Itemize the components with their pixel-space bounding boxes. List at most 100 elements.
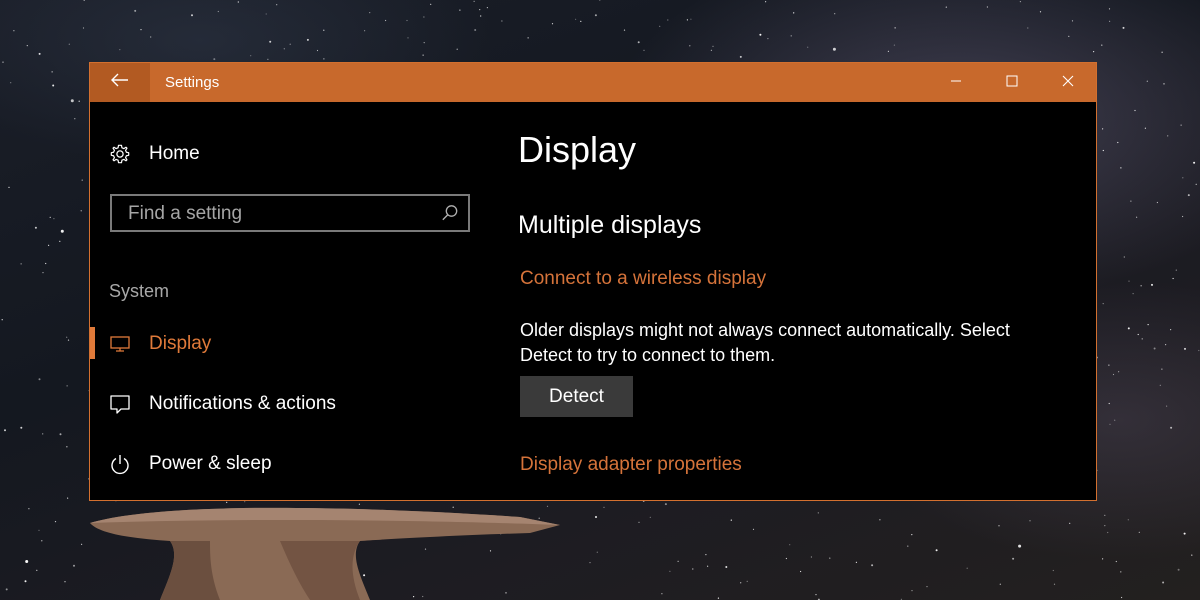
star: [1053, 583, 1056, 585]
star: [60, 229, 64, 233]
star: [807, 46, 809, 48]
star: [430, 3, 432, 5]
star: [80, 210, 82, 212]
star: [422, 54, 424, 56]
sidebar-item-home[interactable]: Home: [109, 141, 200, 167]
star: [38, 529, 40, 531]
star: [83, 0, 85, 1]
star: [237, 1, 239, 3]
star: [1107, 531, 1109, 534]
star: [725, 566, 728, 568]
star: [1195, 183, 1197, 185]
star: [316, 49, 319, 52]
star: [250, 55, 252, 57]
star: [134, 9, 137, 12]
star: [1012, 557, 1015, 560]
maximize-button[interactable]: [989, 63, 1035, 102]
back-arrow-icon: [111, 73, 129, 92]
star: [765, 1, 767, 3]
sidebar-item-power[interactable]: Power & sleep: [109, 449, 272, 479]
sidebar-item-display[interactable]: Display: [109, 329, 211, 359]
star: [1127, 519, 1129, 521]
star: [1175, 269, 1177, 271]
star: [893, 44, 896, 46]
star: [692, 568, 694, 570]
star: [1182, 215, 1184, 218]
star: [834, 13, 836, 15]
star: [48, 244, 50, 246]
star: [667, 19, 669, 21]
star: [800, 570, 802, 573]
star: [119, 49, 121, 51]
star: [1180, 124, 1182, 126]
star: [659, 25, 661, 27]
star: [710, 49, 713, 51]
star: [871, 564, 874, 567]
star: [66, 446, 68, 448]
star: [1161, 51, 1163, 53]
sidebar-item-label: Display: [149, 333, 212, 354]
star: [423, 16, 425, 18]
minimize-button[interactable]: [933, 63, 979, 102]
star: [385, 19, 387, 22]
star: [829, 557, 831, 559]
display-adapter-properties-link[interactable]: Display adapter properties: [520, 454, 742, 476]
star: [686, 19, 689, 21]
star: [527, 37, 529, 39]
star: [1138, 531, 1140, 534]
sidebar-item-notifications[interactable]: Notifications & actions: [109, 389, 336, 419]
star: [664, 503, 667, 506]
star: [707, 565, 709, 567]
star: [740, 582, 742, 584]
star: [66, 336, 68, 338]
connect-wireless-display-link[interactable]: Connect to a wireless display: [520, 268, 766, 290]
star: [603, 506, 605, 508]
star: [1144, 127, 1146, 129]
star: [752, 528, 755, 531]
minimize-icon: [950, 74, 962, 92]
star: [323, 58, 325, 60]
star: [1112, 373, 1115, 376]
message-icon: [109, 393, 131, 415]
star: [1120, 167, 1122, 169]
star: [690, 18, 692, 20]
star: [793, 12, 795, 14]
star: [594, 14, 597, 17]
active-indicator: [90, 327, 95, 359]
star: [1161, 368, 1163, 370]
star: [2, 61, 4, 63]
star: [1170, 329, 1172, 331]
star: [739, 55, 742, 58]
star: [879, 519, 881, 521]
search-input[interactable]: [126, 196, 430, 232]
star: [1136, 216, 1138, 218]
star: [1128, 280, 1130, 282]
star: [479, 9, 481, 11]
search-box: [110, 194, 470, 232]
detect-button[interactable]: Detect: [520, 376, 633, 417]
star: [935, 549, 938, 552]
star: [213, 58, 216, 61]
star: [998, 525, 1000, 527]
star: [1140, 285, 1142, 287]
star: [1101, 44, 1103, 46]
maximize-icon: [1006, 74, 1018, 92]
settings-window: Settings Home Find a setting System Disp…: [89, 62, 1097, 501]
star: [38, 52, 41, 55]
star: [1167, 135, 1169, 137]
star: [473, 0, 475, 2]
star: [1093, 51, 1095, 53]
star: [1193, 161, 1196, 164]
star: [1071, 20, 1074, 22]
star: [54, 521, 57, 523]
star: [638, 521, 640, 523]
star: [1141, 338, 1143, 340]
star: [456, 48, 458, 50]
star: [70, 99, 74, 103]
star: [407, 37, 409, 39]
star: [59, 433, 62, 436]
close-button[interactable]: [1045, 63, 1091, 102]
back-button[interactable]: [90, 63, 150, 102]
star: [1104, 525, 1106, 527]
search-icon[interactable]: [440, 203, 460, 223]
